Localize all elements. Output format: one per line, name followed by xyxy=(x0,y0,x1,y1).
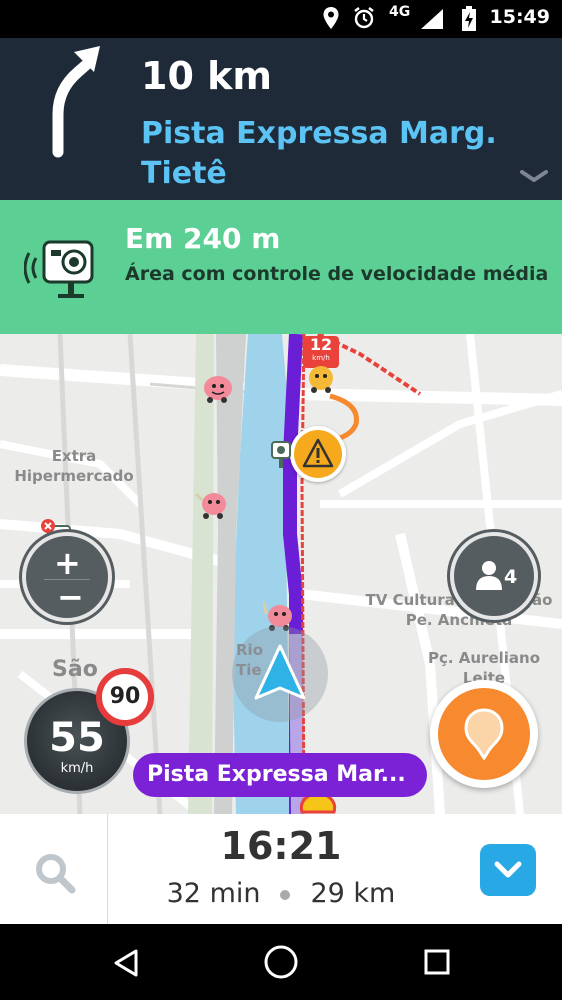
speed-camera-icon xyxy=(24,240,94,298)
current-street-label: Pista Expressa Mar... xyxy=(133,753,427,797)
chevron-down-icon[interactable] xyxy=(520,170,548,182)
alert-description: Área com controle de velocidade média xyxy=(125,263,549,285)
next-street-name: Pista Expressa Marg. Tietê xyxy=(141,114,521,194)
zoom-control[interactable]: + − xyxy=(22,532,112,622)
poi-label-extra: Extra Hipermercado xyxy=(14,447,134,485)
street-line-2: Tietê xyxy=(141,156,227,191)
clock: 15:49 xyxy=(489,6,550,28)
chevron-down-icon xyxy=(494,861,522,878)
system-navigation-bar xyxy=(0,924,562,1000)
nearby-wazers-count: 4 xyxy=(504,566,518,588)
report-pin-icon xyxy=(464,708,504,760)
hazard-report-marker[interactable] xyxy=(290,426,346,482)
wazer-icon[interactable] xyxy=(194,490,228,520)
report-button[interactable] xyxy=(430,680,538,788)
street-line-1: Pista Expressa Marg. xyxy=(141,116,497,151)
search-button[interactable] xyxy=(0,814,108,924)
alert-distance: Em 240 m xyxy=(125,222,281,255)
network-type: 4G xyxy=(389,4,411,20)
recents-icon[interactable] xyxy=(424,949,450,975)
wazer-icon[interactable] xyxy=(200,374,234,404)
eta-bar[interactable]: 16:21 32 min 29 km xyxy=(0,814,562,924)
eta-duration: 32 min xyxy=(166,878,261,909)
current-location-marker xyxy=(232,626,328,722)
next-turn-distance: 10 km xyxy=(141,54,272,98)
zoom-out-button[interactable]: − xyxy=(57,578,84,616)
camera-marker-icon[interactable] xyxy=(270,440,294,470)
battery-charging-icon xyxy=(462,6,476,31)
eta-remaining-distance: 29 km xyxy=(310,878,396,909)
separator-dot xyxy=(280,889,291,900)
status-bar: 4G 15:49 xyxy=(0,0,562,38)
search-icon xyxy=(36,854,76,894)
speed-unit: km/h xyxy=(60,761,94,776)
turn-right-arrow-icon xyxy=(52,46,100,158)
location-icon xyxy=(323,7,339,29)
warning-icon xyxy=(302,438,334,468)
zoom-in-button[interactable]: + xyxy=(54,544,81,582)
signal-icon xyxy=(421,9,443,29)
eta-details: 32 min 29 km xyxy=(108,878,454,909)
person-icon xyxy=(476,561,502,590)
eta-arrival-time: 16:21 xyxy=(220,824,342,868)
navigation-arrow-icon xyxy=(254,644,306,700)
expand-eta-button[interactable] xyxy=(480,844,536,896)
nearby-wazers-button[interactable]: 4 xyxy=(450,532,538,620)
back-icon[interactable] xyxy=(112,948,140,978)
home-icon[interactable] xyxy=(263,944,299,980)
wazer-icon[interactable] xyxy=(304,364,338,394)
place-label-sao: São xyxy=(52,657,98,682)
speed-limit-sign: 90 xyxy=(96,668,154,726)
alarm-icon xyxy=(354,7,374,29)
